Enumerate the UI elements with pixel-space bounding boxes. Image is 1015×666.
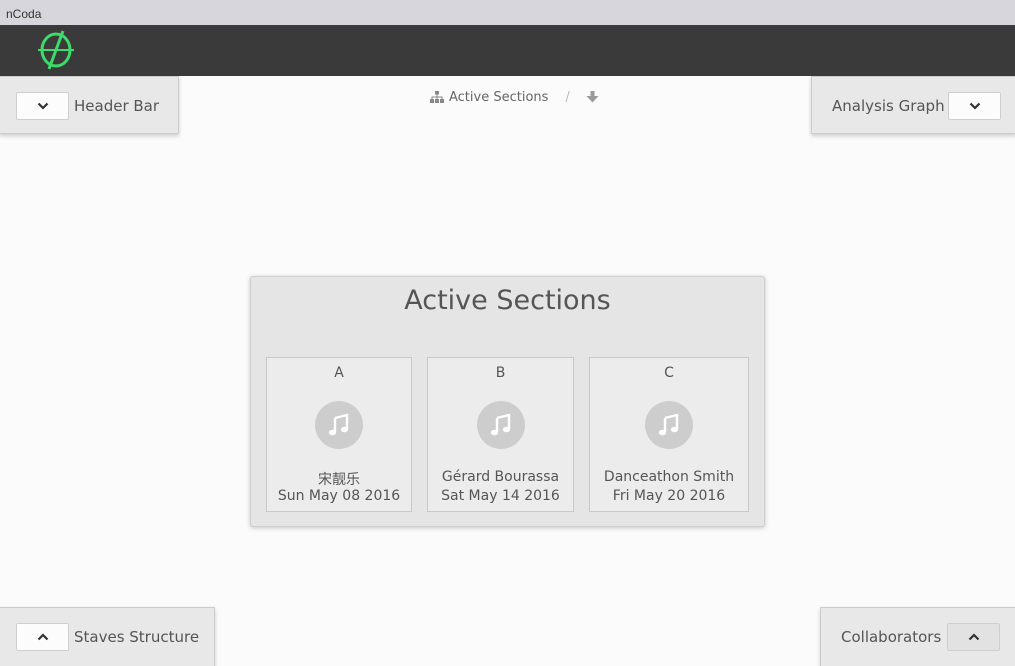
breadcrumb-separator: /	[565, 89, 570, 105]
section-letter: C	[664, 365, 674, 381]
analysis-graph-panel: Analysis Graph	[811, 76, 1015, 134]
arrow-down-icon[interactable]	[586, 91, 599, 103]
header-bar-toggle-button[interactable]	[16, 92, 69, 120]
collaborators-panel: Collaborators	[820, 607, 1015, 666]
section-card-a[interactable]: A 宋靓乐 Sun May 08 2016	[266, 357, 412, 512]
collaborators-toggle-button[interactable]	[947, 623, 1000, 651]
section-date: Sun May 08 2016	[277, 488, 401, 504]
music-note-icon	[658, 413, 679, 436]
section-icon-circle	[476, 401, 525, 449]
staves-structure-label: Staves Structure	[74, 628, 200, 646]
chevron-up-icon	[37, 633, 48, 641]
music-note-icon	[490, 413, 510, 436]
section-author: Gérard Bourassa	[441, 469, 560, 485]
section-author: Danceathon Smith	[603, 469, 735, 485]
header-bar-panel: Header Bar	[0, 76, 179, 134]
analysis-graph-label: Analysis Graph	[832, 97, 945, 115]
section-card-b[interactable]: B Gérard Bourassa Sat May 14 2016	[427, 357, 574, 512]
section-icon-circle	[645, 401, 693, 449]
breadcrumb-active-sections-link[interactable]: Active Sections	[449, 90, 548, 105]
section-date: Fri May 20 2016	[612, 488, 726, 504]
staves-structure-toggle-button[interactable]	[16, 623, 69, 651]
section-card-c[interactable]: C Danceathon Smith Fri May 20 2016	[589, 357, 749, 512]
ncoda-logo-icon	[38, 30, 74, 70]
header-bar-label: Header Bar	[74, 97, 160, 115]
section-icon-circle	[315, 401, 363, 449]
chevron-up-icon	[968, 633, 979, 641]
section-date: Sat May 14 2016	[441, 488, 560, 504]
chevron-down-icon	[37, 102, 48, 110]
section-letter: B	[495, 365, 506, 381]
section-author: 宋靓乐	[318, 472, 360, 488]
active-sections-title: Active Sections	[404, 285, 611, 316]
window-title: nCoda	[6, 7, 42, 21]
window-title-bar: nCoda	[0, 0, 1015, 25]
staves-structure-panel: Staves Structure	[0, 607, 215, 666]
music-note-icon	[328, 413, 349, 436]
section-letter: A	[334, 365, 344, 381]
chevron-down-icon	[969, 102, 980, 110]
collaborators-label: Collaborators	[841, 628, 942, 646]
active-sections-card: Active Sections A 宋靓乐 Sun May 08 2016 B …	[250, 276, 765, 527]
breadcrumb: Active Sections /	[430, 89, 599, 105]
header-bar	[0, 25, 1015, 76]
analysis-graph-toggle-button[interactable]	[948, 92, 1001, 120]
sitemap-icon	[430, 91, 444, 103]
